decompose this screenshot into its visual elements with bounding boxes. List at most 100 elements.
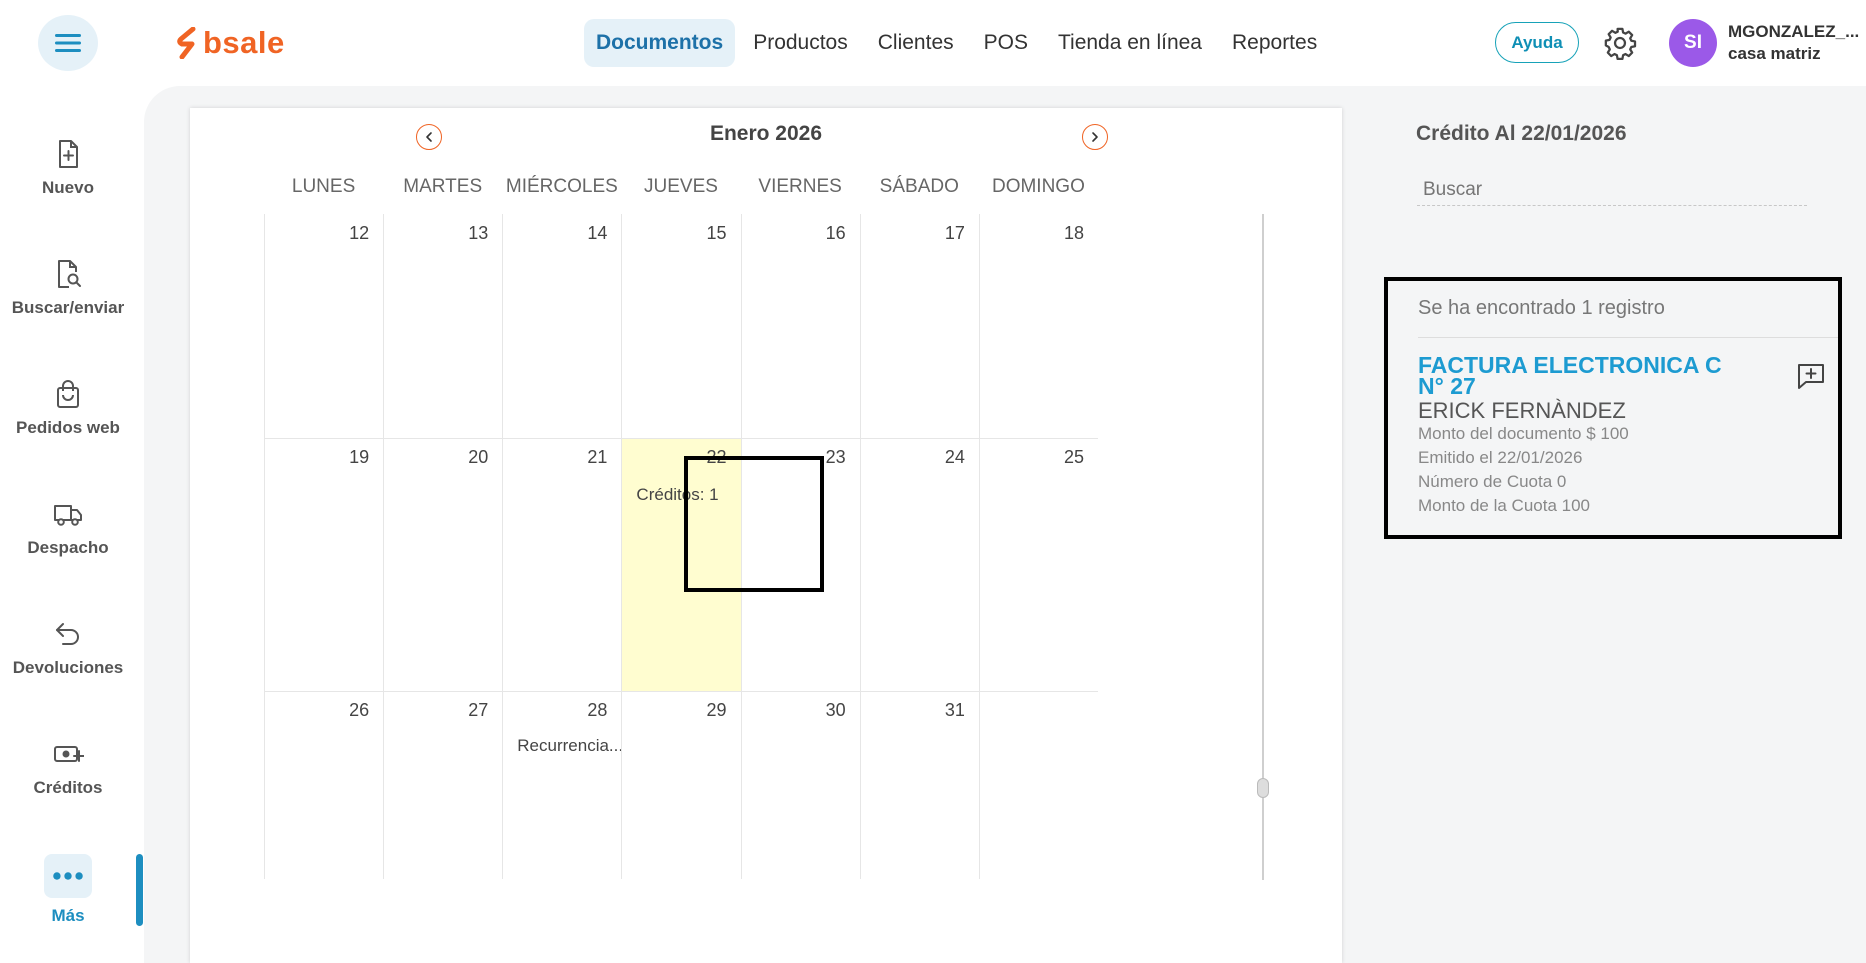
hamburger-menu-button[interactable]	[38, 15, 98, 71]
day-number: 28	[587, 700, 608, 720]
calendar-day[interactable]: 19	[264, 439, 383, 691]
calendar-day[interactable]: 25	[978, 439, 1098, 691]
next-month-button[interactable]	[1082, 124, 1108, 150]
hamburger-icon	[55, 34, 81, 52]
day-number: 25	[1063, 447, 1084, 467]
shopping-bag-icon	[57, 380, 79, 408]
sidebar-label-nuevo: Nuevo	[42, 178, 94, 197]
active-indicator	[136, 854, 143, 926]
calendar-day[interactable]: 24	[859, 439, 979, 691]
day-number: 12	[349, 223, 370, 243]
nav-documentos[interactable]: Documentos	[584, 19, 736, 67]
bsale-logo[interactable]: bsale	[177, 25, 285, 60]
calendar-day[interactable]: 28 Recurrencia...	[502, 692, 623, 879]
document-installment-amount: Monto de la Cuota 100	[1418, 496, 1591, 515]
sidebar-item-creditos[interactable]: Créditos	[0, 738, 136, 798]
selected-day-highlight	[684, 456, 824, 592]
weekday-label: JUEVES	[644, 176, 718, 197]
nav-tienda-en-linea[interactable]: Tienda en línea	[1046, 19, 1214, 67]
bsale-logo-icon	[177, 27, 196, 59]
day-number: 14	[587, 223, 608, 243]
document-client: ERICK FERNÀNDEZ	[1418, 398, 1626, 423]
calendar-day[interactable]: 20	[383, 439, 502, 691]
gear-icon[interactable]	[1603, 26, 1637, 60]
calendar-day[interactable]: 15	[621, 214, 740, 438]
day-number: 17	[944, 223, 965, 243]
calendar-day[interactable]	[978, 692, 1098, 879]
user-name: MGONZALEZ_...	[1728, 22, 1860, 41]
day-number: 13	[468, 223, 489, 243]
result-card: Se ha encontrado 1 registro FACTURA ELEC…	[1384, 277, 1842, 539]
weekday-label: LUNES	[291, 176, 356, 197]
sidebar-label-buscar-enviar: Buscar/enviar	[11, 298, 125, 317]
help-button[interactable]: Ayuda	[1495, 22, 1579, 63]
document-issued-date: Emitido el 22/01/2026	[1418, 448, 1583, 467]
avatar[interactable]: SI	[1669, 19, 1717, 67]
calendar-day[interactable]: 17	[859, 214, 979, 438]
more-dots-icon	[44, 854, 92, 898]
day-number: 16	[825, 223, 846, 243]
sidebar-item-mas[interactable]: Más	[0, 854, 136, 926]
document-title-link[interactable]: FACTURA ELECTRONICA C N° 27	[1418, 354, 1738, 398]
new-document-icon	[59, 140, 78, 168]
sidebar-label-devoluciones: Devoluciones	[12, 658, 124, 677]
weekday-label: SÁBADO	[879, 176, 959, 197]
sidebar-label-mas: Más	[51, 906, 85, 925]
calendar-week: 26 27 28 Recurrencia... 29 30 31	[264, 691, 1098, 879]
calendar-week: 19 20 21 22 Créditos: 1 23 24 25	[264, 438, 1098, 691]
sidebar-label-creditos: Créditos	[33, 778, 103, 797]
weekday-label: MARTES	[403, 176, 483, 197]
calendar-day[interactable]: 13	[383, 214, 502, 438]
main-nav: Documentos Productos Clientes POS Tienda…	[584, 19, 1335, 67]
day-number: 19	[349, 447, 370, 467]
day-number: 18	[1063, 223, 1084, 243]
nav-productos[interactable]: Productos	[741, 19, 860, 67]
calendar-day[interactable]: 29	[621, 692, 740, 879]
day-number: 30	[825, 700, 846, 720]
document-installment-number: Número de Cuota 0	[1418, 472, 1567, 491]
calendar-day[interactable]: 27	[383, 692, 502, 879]
search-input[interactable]	[1417, 174, 1807, 206]
day-number: 24	[944, 447, 965, 467]
divider	[1418, 337, 1838, 338]
chevron-right-icon	[1092, 132, 1098, 142]
calendar-day[interactable]: 16	[740, 214, 860, 438]
calendar-day[interactable]: 14	[502, 214, 621, 438]
calendar-day[interactable]: 30	[740, 692, 860, 879]
sidebar-item-devoluciones[interactable]: Devoluciones	[0, 618, 136, 678]
day-number: 15	[706, 223, 727, 243]
nav-pos[interactable]: POS	[972, 19, 1040, 67]
day-number: 23	[825, 447, 846, 467]
sidebar-item-buscar-enviar[interactable]: Buscar/enviar	[0, 258, 136, 318]
logo-text: bsale	[203, 25, 285, 60]
document-amount: Monto del documento $ 100	[1418, 424, 1629, 443]
day-number: 31	[944, 700, 965, 720]
add-comment-icon[interactable]	[1796, 361, 1826, 391]
calendar-day[interactable]: 21	[502, 439, 621, 691]
nav-clientes[interactable]: Clientes	[866, 19, 966, 67]
weekday-header: LUNES MARTES MIÉRCOLES JUEVES VIERNES SÁ…	[264, 176, 1098, 202]
sidebar-item-despacho[interactable]: Despacho	[0, 498, 136, 558]
sidebar: Nuevo Buscar/enviar Pedidos web Despacho	[0, 86, 143, 963]
money-icon	[54, 746, 84, 762]
sidebar-label-pedidos-web: Pedidos web	[16, 418, 120, 437]
day-number: 26	[349, 700, 370, 720]
weekday-label: DOMINGO	[991, 176, 1085, 197]
top-bar: bsale Documentos Productos Clientes POS …	[0, 0, 1866, 86]
calendar-scrollbar-thumb[interactable]	[1257, 778, 1269, 798]
calendar-day[interactable]: 18	[978, 214, 1098, 438]
calendar-week: 12 13 14 15 16 17 18	[264, 214, 1098, 438]
truck-icon	[54, 505, 82, 526]
nav-reportes[interactable]: Reportes	[1220, 19, 1329, 67]
month-title: Enero 2026	[709, 122, 823, 145]
calendar-day[interactable]: 31	[859, 692, 979, 879]
day-number: 29	[706, 700, 727, 720]
sidebar-item-nuevo[interactable]: Nuevo	[0, 138, 136, 198]
sidebar-item-pedidos-web[interactable]: Pedidos web	[0, 378, 136, 438]
return-arrow-icon	[56, 623, 79, 645]
calendar-day[interactable]: 12	[264, 214, 383, 438]
day-number: 21	[587, 447, 608, 467]
weekday-label: MIÉRCOLES	[505, 176, 618, 197]
calendar-day[interactable]: 26	[264, 692, 383, 879]
user-info[interactable]: MGONZALEZ_... casa matriz	[1728, 22, 1866, 64]
